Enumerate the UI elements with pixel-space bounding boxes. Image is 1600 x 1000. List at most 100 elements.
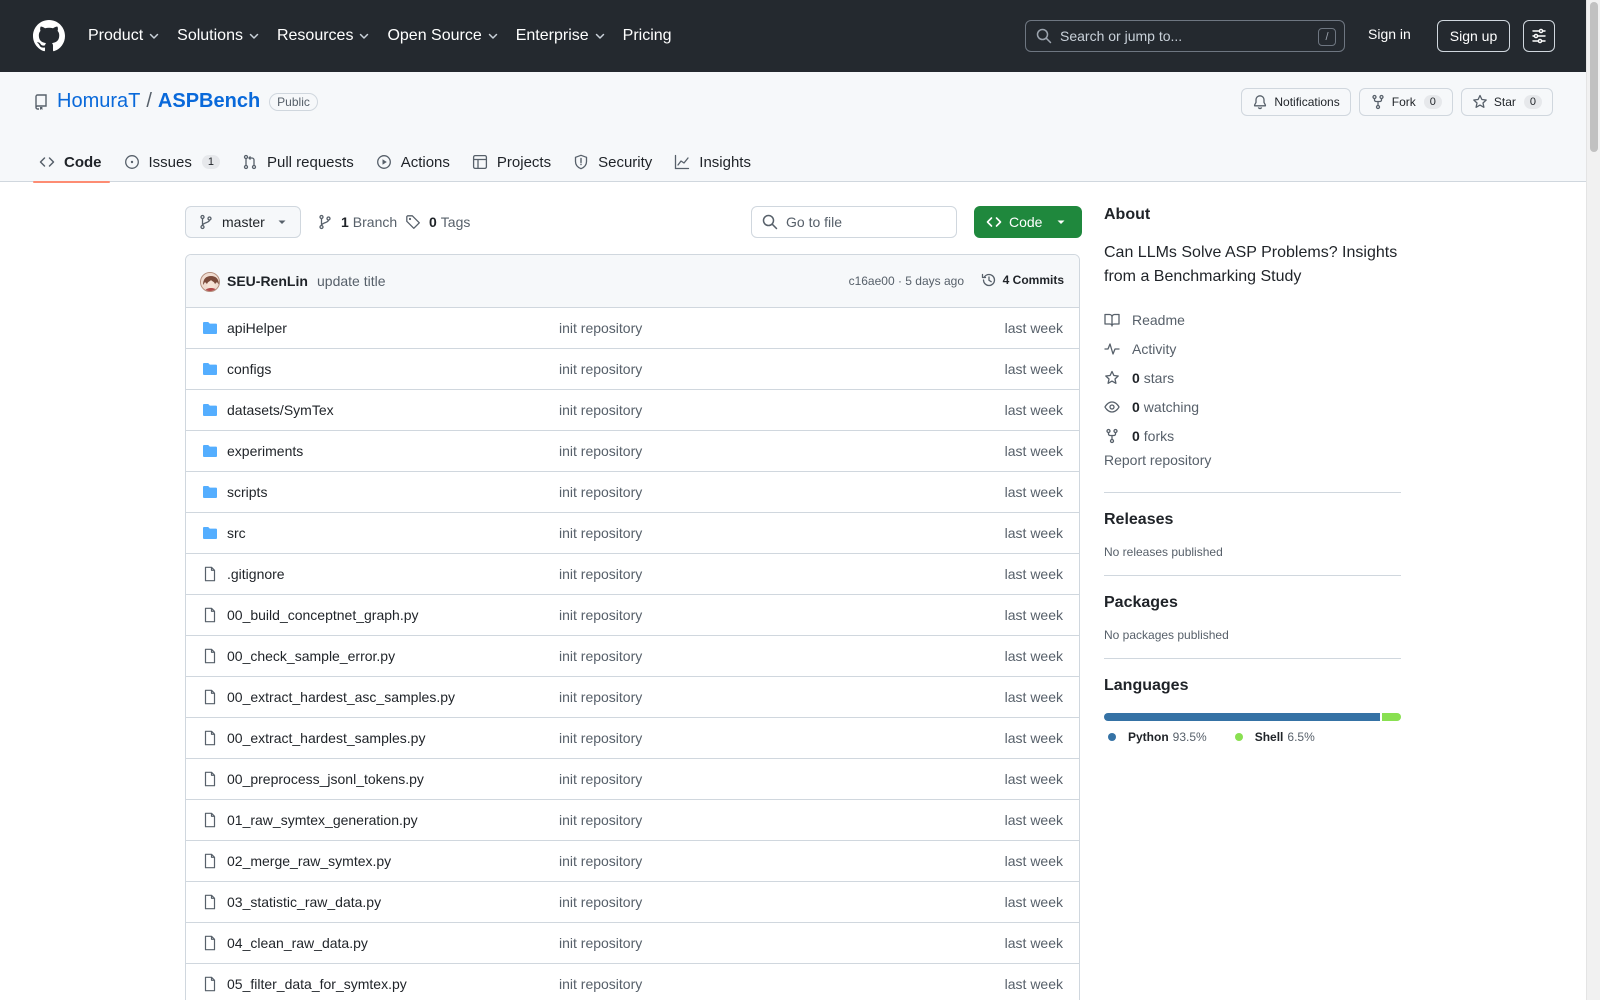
file-commit-message-link[interactable]: init repository bbox=[559, 402, 642, 418]
tab-issues[interactable]: Issues 1 bbox=[118, 142, 228, 182]
table-row[interactable]: 03_statistic_raw_data.py init repository l… bbox=[186, 882, 1079, 923]
file-commit-message-link[interactable]: init repository bbox=[559, 853, 642, 869]
commit-hash-and-time[interactable]: c16ae00 · 5 days ago bbox=[849, 274, 964, 288]
nav-item-enterprise[interactable]: Enterprise bbox=[516, 27, 606, 45]
table-row[interactable]: 00_extract_hardest_samples.py init reposi… bbox=[186, 718, 1079, 759]
tab-actions[interactable]: Actions bbox=[370, 142, 458, 182]
tags-link[interactable]: 0 Tags bbox=[405, 214, 470, 230]
table-row[interactable]: 05_filter_data_for_symtex.py init reposit… bbox=[186, 964, 1079, 1000]
file-name-link[interactable]: 00_preprocess_jsonl_tokens.py bbox=[227, 771, 424, 787]
language-item-python[interactable]: Python 93.5% bbox=[1104, 730, 1207, 744]
file-name-link[interactable]: scripts bbox=[227, 484, 267, 500]
nav-item-pricing[interactable]: Pricing bbox=[623, 27, 672, 45]
watching-link[interactable]: 0 watching bbox=[1104, 392, 1401, 421]
file-commit-message-link[interactable]: init repository bbox=[559, 771, 642, 787]
table-row[interactable]: 00_check_sample_error.py init repository l… bbox=[186, 636, 1079, 677]
tab-insights[interactable]: Insights bbox=[668, 142, 759, 182]
file-commit-message-link[interactable]: init repository bbox=[559, 648, 642, 664]
branch-select-button[interactable]: master bbox=[185, 206, 301, 238]
code-dropdown-button[interactable]: Code bbox=[974, 206, 1082, 238]
repo-name-link[interactable]: ASPBench bbox=[158, 90, 260, 113]
file-list: apiHelper init repository last week configs… bbox=[186, 308, 1079, 1000]
table-row[interactable]: apiHelper init repository last week bbox=[186, 308, 1079, 349]
table-row[interactable]: datasets/SymTex init repository last week bbox=[186, 390, 1079, 431]
file-name-link[interactable]: 00_extract_hardest_asc_samples.py bbox=[227, 689, 455, 705]
stars-link[interactable]: 0 stars bbox=[1104, 363, 1401, 392]
file-name-link[interactable]: src bbox=[227, 525, 246, 541]
table-row[interactable]: src init repository last week bbox=[186, 513, 1079, 554]
file-name-link[interactable]: 02_merge_raw_symtex.py bbox=[227, 853, 391, 869]
table-row[interactable]: 04_clean_raw_data.py init repository last … bbox=[186, 923, 1079, 964]
file-commit-message-link[interactable]: init repository bbox=[559, 894, 642, 910]
github-logo-icon[interactable] bbox=[33, 20, 65, 52]
commits-history-link[interactable]: 4 Commits bbox=[981, 272, 1064, 288]
table-row[interactable]: 02_merge_raw_symtex.py init repository las… bbox=[186, 841, 1079, 882]
file-name-link[interactable]: .gitignore bbox=[227, 566, 285, 582]
sign-up-button[interactable]: Sign up bbox=[1437, 20, 1510, 52]
tab-projects[interactable]: Projects bbox=[466, 142, 559, 182]
packages-heading[interactable]: Packages bbox=[1104, 594, 1401, 612]
file-name-link[interactable]: experiments bbox=[227, 443, 303, 459]
file-commit-message-link[interactable]: init repository bbox=[559, 525, 642, 541]
file-name-link[interactable]: datasets/SymTex bbox=[227, 402, 334, 418]
file-commit-message-link[interactable]: init repository bbox=[559, 320, 642, 336]
file-commit-message-link[interactable]: init repository bbox=[559, 607, 642, 623]
menu-button[interactable] bbox=[1523, 20, 1555, 52]
file-commit-message-link[interactable]: init repository bbox=[559, 566, 642, 582]
forks-link[interactable]: 0 forks bbox=[1104, 421, 1401, 450]
file-name-link[interactable]: 03_statistic_raw_data.py bbox=[227, 894, 381, 910]
readme-link[interactable]: Readme bbox=[1104, 305, 1401, 334]
branches-link[interactable]: 1 Branch bbox=[317, 214, 397, 230]
file-commit-message-link[interactable]: init repository bbox=[559, 730, 642, 746]
nav-item-product[interactable]: Product bbox=[88, 27, 160, 45]
file-name-link[interactable]: apiHelper bbox=[227, 320, 287, 336]
nav-item-open-source[interactable]: Open Source bbox=[387, 27, 498, 45]
tab-security[interactable]: Security bbox=[567, 142, 660, 182]
table-row[interactable]: .gitignore init repository last week bbox=[186, 554, 1079, 595]
repo-owner-link[interactable]: HomuraT bbox=[57, 90, 140, 113]
file-commit-message-link[interactable]: init repository bbox=[559, 484, 642, 500]
file-name-link[interactable]: 05_filter_data_for_symtex.py bbox=[227, 976, 407, 992]
file-name-link[interactable]: 01_raw_symtex_generation.py bbox=[227, 812, 418, 828]
scrollbar-thumb[interactable] bbox=[1590, 2, 1598, 152]
file-commit-message-link[interactable]: init repository bbox=[559, 443, 642, 459]
nav-item-resources[interactable]: Resources bbox=[277, 27, 370, 45]
table-row[interactable]: 00_preprocess_jsonl_tokens.py init reposi… bbox=[186, 759, 1079, 800]
table-row[interactable]: 00_extract_hardest_asc_samples.py init re… bbox=[186, 677, 1079, 718]
star-button[interactable]: Star 0 bbox=[1460, 88, 1553, 116]
table-row[interactable]: 00_build_conceptnet_graph.py init reposit… bbox=[186, 595, 1079, 636]
file-commit-message-link[interactable]: init repository bbox=[559, 361, 642, 377]
tab-pull-requests[interactable]: Pull requests bbox=[236, 142, 362, 182]
releases-heading[interactable]: Releases bbox=[1104, 511, 1401, 529]
file-icon bbox=[202, 730, 218, 746]
fork-button[interactable]: Fork 0 bbox=[1358, 88, 1453, 116]
file-name-link[interactable]: 00_extract_hardest_samples.py bbox=[227, 730, 425, 746]
sign-in-link[interactable]: Sign in bbox=[1368, 26, 1411, 42]
page-scrollbar[interactable] bbox=[1586, 0, 1600, 1000]
notifications-button[interactable]: Notifications bbox=[1241, 88, 1351, 116]
table-row[interactable]: 01_raw_symtex_generation.py init reposito… bbox=[186, 800, 1079, 841]
commit-message-link[interactable]: update title bbox=[317, 273, 386, 289]
file-name-link[interactable]: configs bbox=[227, 361, 271, 377]
search-input[interactable]: Search or jump to... / bbox=[1025, 20, 1345, 52]
table-row[interactable]: scripts init repository last week bbox=[186, 472, 1079, 513]
file-commit-message-link[interactable]: init repository bbox=[559, 935, 642, 951]
go-to-file-input[interactable]: Go to file bbox=[751, 206, 957, 238]
file-name-link[interactable]: 04_clean_raw_data.py bbox=[227, 935, 368, 951]
nav-item-solutions[interactable]: Solutions bbox=[177, 27, 260, 45]
table-row[interactable]: experiments init repository last week bbox=[186, 431, 1079, 472]
activity-link[interactable]: Activity bbox=[1104, 334, 1401, 363]
table-row[interactable]: configs init repository last week bbox=[186, 349, 1079, 390]
file-name-link[interactable]: 00_check_sample_error.py bbox=[227, 648, 395, 664]
report-repository-link[interactable]: Report repository bbox=[1104, 452, 1401, 476]
file-commit-message-link[interactable]: init repository bbox=[559, 976, 642, 992]
file-name-link[interactable]: 00_build_conceptnet_graph.py bbox=[227, 607, 419, 623]
sliders-icon bbox=[1532, 28, 1546, 44]
tab-code[interactable]: Code bbox=[33, 142, 110, 183]
file-commit-message-link[interactable]: init repository bbox=[559, 812, 642, 828]
avatar[interactable] bbox=[200, 272, 220, 292]
language-item-shell[interactable]: Shell 6.5% bbox=[1231, 730, 1315, 744]
file-commit-message-link[interactable]: init repository bbox=[559, 689, 642, 705]
commit-author-link[interactable]: SEU-RenLin bbox=[227, 273, 308, 289]
star-count: 0 bbox=[1523, 95, 1542, 109]
